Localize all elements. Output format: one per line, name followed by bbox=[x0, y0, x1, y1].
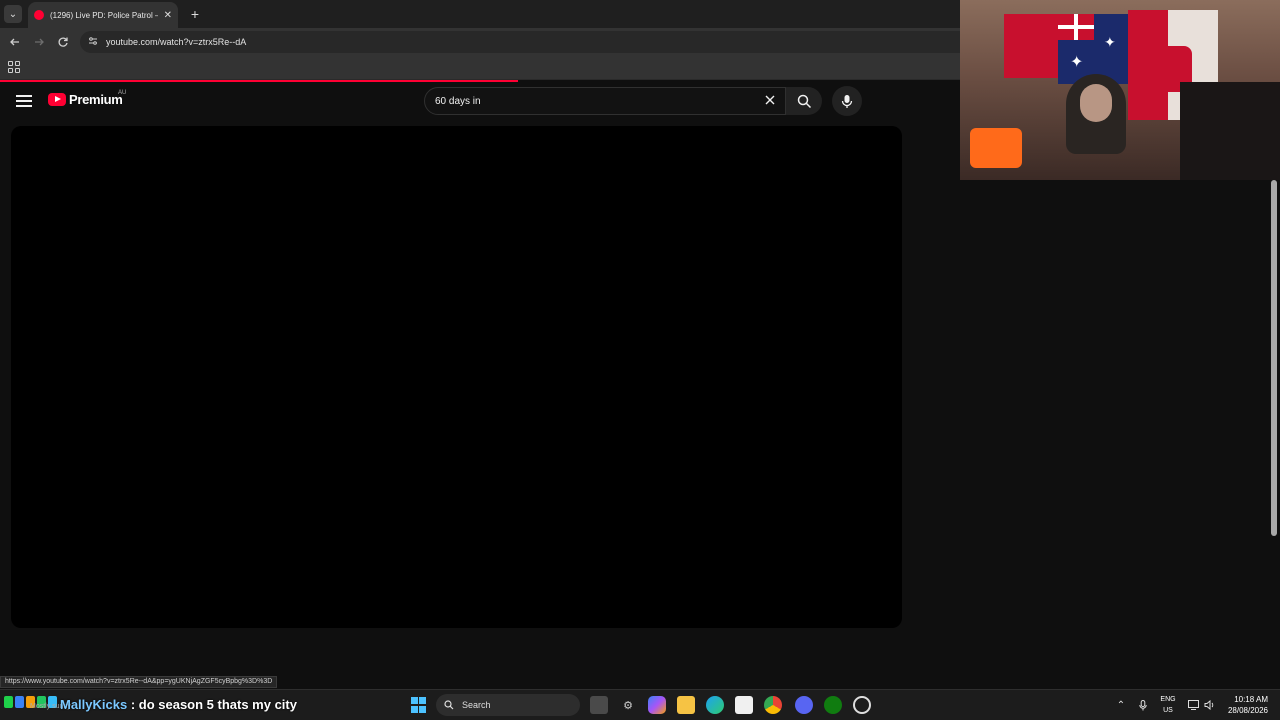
tray-microphone-icon[interactable] bbox=[1136, 698, 1150, 712]
tray-chevron-up-icon[interactable]: ⌃ bbox=[1114, 698, 1128, 712]
chat-message: : do season 5 thats my city bbox=[127, 697, 297, 712]
voice-search-button[interactable] bbox=[832, 86, 862, 116]
network-icon[interactable] bbox=[1186, 698, 1200, 712]
language-indicator[interactable]: ENG US bbox=[1158, 694, 1178, 716]
site-info-icon[interactable] bbox=[88, 36, 98, 48]
back-icon[interactable] bbox=[7, 34, 23, 50]
copilot-icon[interactable] bbox=[648, 696, 666, 714]
store-icon[interactable] bbox=[735, 696, 753, 714]
apps-icon[interactable] bbox=[8, 61, 20, 73]
flag-red bbox=[1004, 14, 1060, 78]
video-player[interactable] bbox=[11, 126, 902, 628]
folder-icon[interactable] bbox=[677, 696, 695, 714]
volume-icon[interactable] bbox=[1202, 698, 1216, 712]
lang-bottom: US bbox=[1163, 707, 1173, 714]
app-icon-blue bbox=[15, 696, 24, 708]
clear-search-icon[interactable] bbox=[762, 92, 778, 108]
windows-start-icon[interactable] bbox=[410, 697, 426, 713]
logo-region: AU bbox=[118, 90, 127, 96]
chrome-icon[interactable] bbox=[764, 696, 782, 714]
edge-icon[interactable] bbox=[706, 696, 724, 714]
discord-icon[interactable] bbox=[795, 696, 813, 714]
search-icon bbox=[444, 700, 454, 710]
search-icon bbox=[797, 94, 811, 108]
xbox-icon[interactable] bbox=[824, 696, 842, 714]
orange-hivis bbox=[970, 128, 1022, 168]
tab-strip: ⌄ (1296) Live PD: Police Patrol – li ✕ + bbox=[0, 0, 960, 28]
clock[interactable]: 10:18 AM 28/08/2026 bbox=[1218, 694, 1268, 716]
clock-time: 10:18 AM bbox=[1234, 695, 1268, 704]
youtube-header: Premium AU bbox=[0, 82, 960, 122]
windows-taskbar: Mostly sunny MallyKicks : do season 5 th… bbox=[0, 689, 1280, 720]
url-text: youtube.com/watch?v=ztrx5Re--dA bbox=[106, 37, 247, 47]
browser-tab-active[interactable]: (1296) Live PD: Police Patrol – li ✕ bbox=[28, 2, 178, 28]
obs-icon[interactable] bbox=[853, 696, 871, 714]
browser-toolbar: youtube.com/watch?v=ztrx5Re--dA bbox=[0, 28, 960, 56]
taskbar-search-label: Search bbox=[462, 700, 491, 710]
kick-icon bbox=[4, 696, 13, 708]
youtube-premium-logo[interactable]: Premium bbox=[48, 92, 123, 107]
webcam-overlay: ✦ ✦ bbox=[960, 0, 1280, 180]
clock-date: 28/08/2026 bbox=[1227, 706, 1268, 715]
forward-icon[interactable] bbox=[31, 34, 47, 50]
address-bar[interactable]: youtube.com/watch?v=ztrx5Re--dA bbox=[80, 31, 960, 53]
settings-icon[interactable]: ⚙ bbox=[619, 696, 637, 714]
tab-title: (1296) Live PD: Police Patrol – li bbox=[50, 10, 158, 20]
tab-search-chevron-icon[interactable]: ⌄ bbox=[4, 5, 22, 23]
logo-text: Premium bbox=[69, 92, 123, 107]
youtube-play-icon bbox=[48, 93, 66, 106]
reload-icon[interactable] bbox=[55, 34, 71, 50]
youtube-favicon-icon bbox=[34, 10, 44, 20]
lang-top: ENG bbox=[1160, 696, 1176, 703]
search-box[interactable] bbox=[424, 87, 786, 115]
chat-username: MallyKicks bbox=[60, 697, 128, 712]
dark-clothes bbox=[1180, 82, 1280, 180]
file-explorer-icon[interactable] bbox=[590, 696, 608, 714]
page-scrollbar[interactable] bbox=[1271, 180, 1277, 536]
person bbox=[1066, 74, 1126, 154]
status-url: https://www.youtube.com/watch?v=ztrx5Re-… bbox=[0, 676, 278, 688]
chat-overlay: MallyKicks : do season 5 thats my city bbox=[60, 697, 297, 712]
search-button[interactable] bbox=[786, 87, 822, 115]
search-input[interactable] bbox=[435, 95, 735, 107]
bookmarks-bar bbox=[0, 56, 960, 80]
tab-close-icon[interactable]: ✕ bbox=[164, 10, 172, 21]
hamburger-menu-icon[interactable] bbox=[16, 93, 32, 109]
taskbar-search[interactable]: Search bbox=[436, 694, 580, 716]
microphone-icon bbox=[841, 94, 853, 108]
new-tab-button[interactable]: + bbox=[186, 5, 204, 23]
